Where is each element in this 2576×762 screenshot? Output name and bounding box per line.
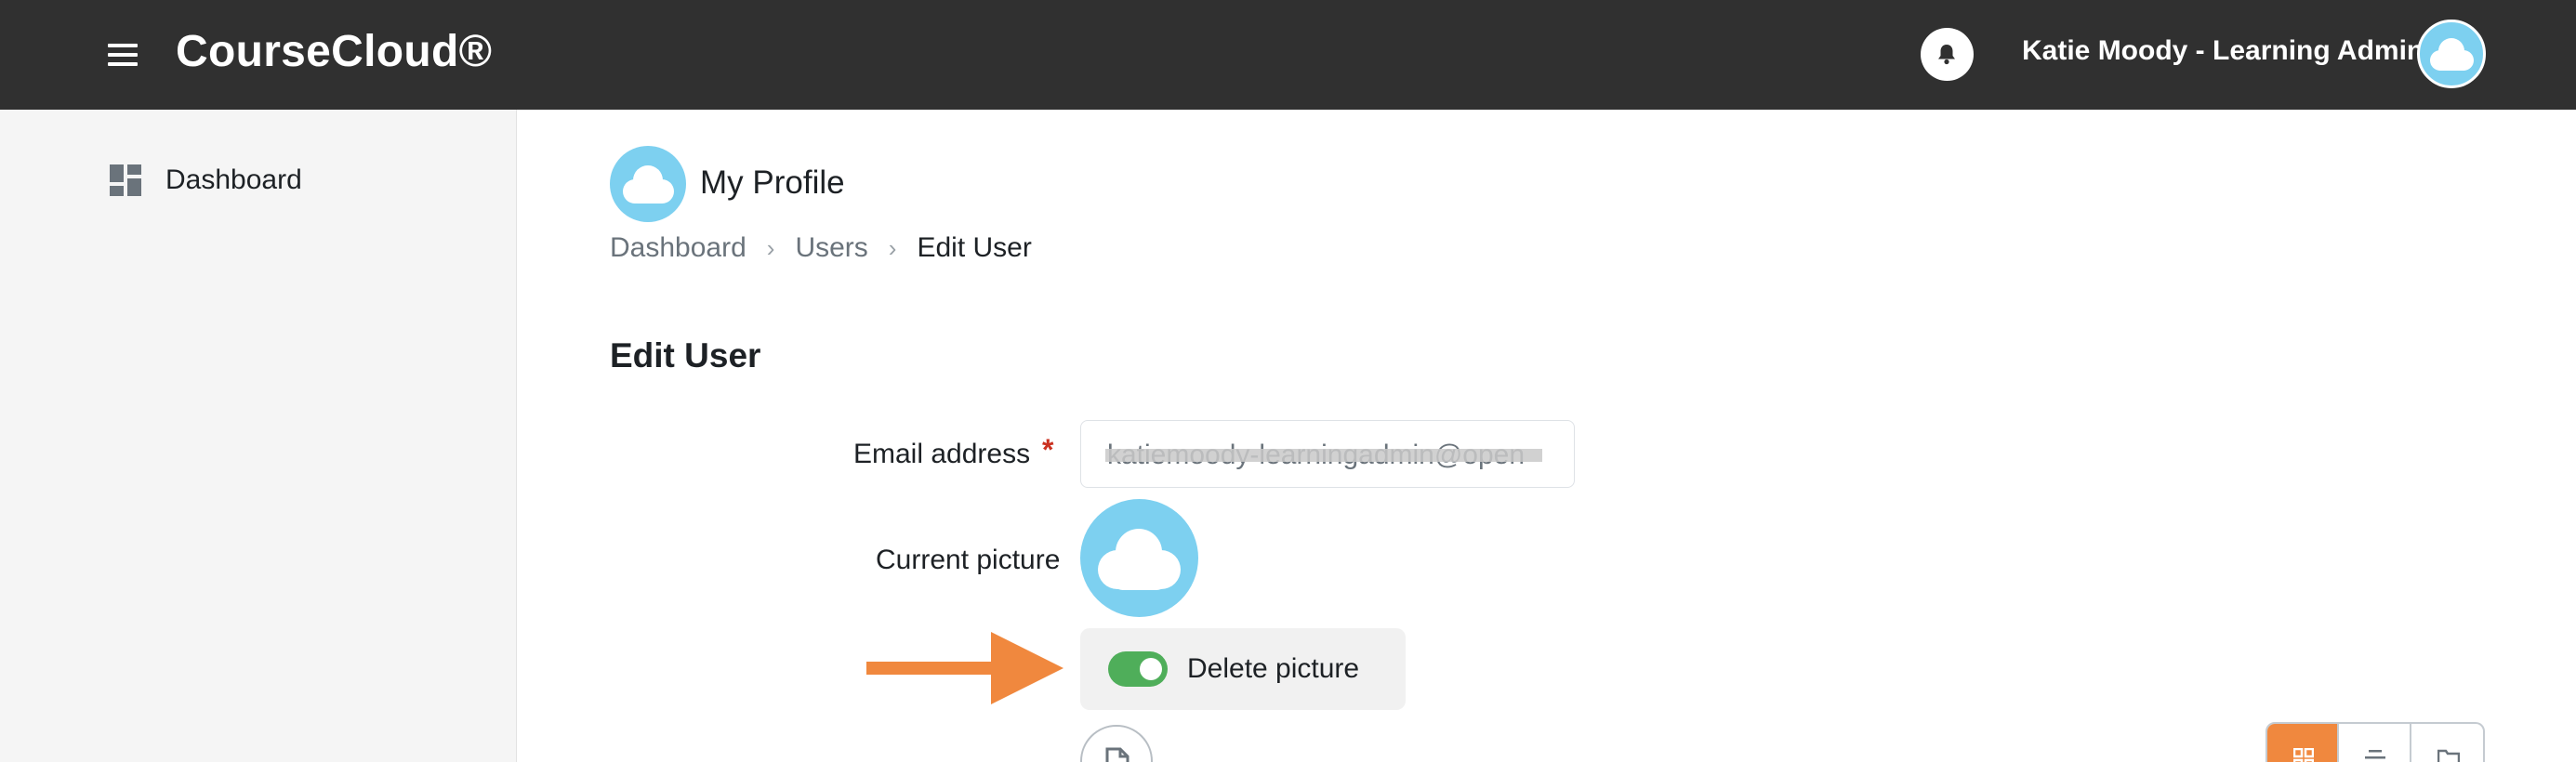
top-navbar: CourseCloud® Katie Moody - Learning Admi… [0, 0, 2576, 110]
list-view-icon [2365, 750, 2386, 759]
hamburger-menu-icon[interactable] [104, 41, 141, 69]
profile-avatar-icon [610, 146, 686, 222]
current-picture-image [1080, 499, 1198, 617]
sidebar-item-label: Dashboard [165, 164, 302, 195]
page-title: My Profile [700, 164, 845, 201]
toggle-knob [1140, 658, 1162, 680]
section-title: Edit User [610, 336, 761, 374]
breadcrumb-dashboard[interactable]: Dashboard [610, 232, 746, 264]
delete-picture-label[interactable]: Delete picture [1187, 653, 1359, 685]
required-icon: * [1042, 433, 1054, 466]
email-label: Email address [853, 439, 1031, 469]
list-view-button[interactable] [2339, 724, 2411, 762]
redaction-bar [1105, 449, 1542, 462]
grid-view-icon [2293, 748, 2314, 762]
email-field[interactable]: katiemoody-learningadmin@open [1080, 420, 1575, 488]
user-avatar-icon[interactable] [2417, 20, 2486, 88]
tree-view-button[interactable] [2411, 724, 2483, 762]
file-icon [1105, 747, 1129, 762]
sidebar: Dashboard [0, 110, 517, 762]
pointer-arrow-icon [866, 632, 1063, 704]
chevron-right-icon: › [888, 233, 897, 262]
breadcrumb: Dashboard › Users › Edit User [610, 232, 1032, 264]
chevron-right-icon: › [766, 233, 775, 262]
delete-picture-toggle[interactable] [1108, 651, 1168, 687]
dashboard-grid-icon [110, 164, 141, 196]
sidebar-item-dashboard[interactable]: Dashboard [110, 162, 302, 199]
user-menu-name[interactable]: Katie Moody - Learning Admin [2022, 35, 2424, 67]
grid-view-button[interactable] [2267, 724, 2340, 762]
app-title[interactable]: CourseCloud® [176, 26, 492, 77]
breadcrumb-current: Edit User [917, 232, 1032, 263]
file-picker-button[interactable] [1080, 725, 1153, 762]
delete-picture-panel: Delete picture [1080, 628, 1406, 710]
breadcrumb-users[interactable]: Users [795, 232, 867, 264]
current-picture-label: Current picture [876, 545, 1061, 575]
notification-bell-icon[interactable] [1921, 28, 1974, 81]
view-mode-toggle [2266, 722, 2485, 762]
folder-icon [2437, 749, 2460, 762]
